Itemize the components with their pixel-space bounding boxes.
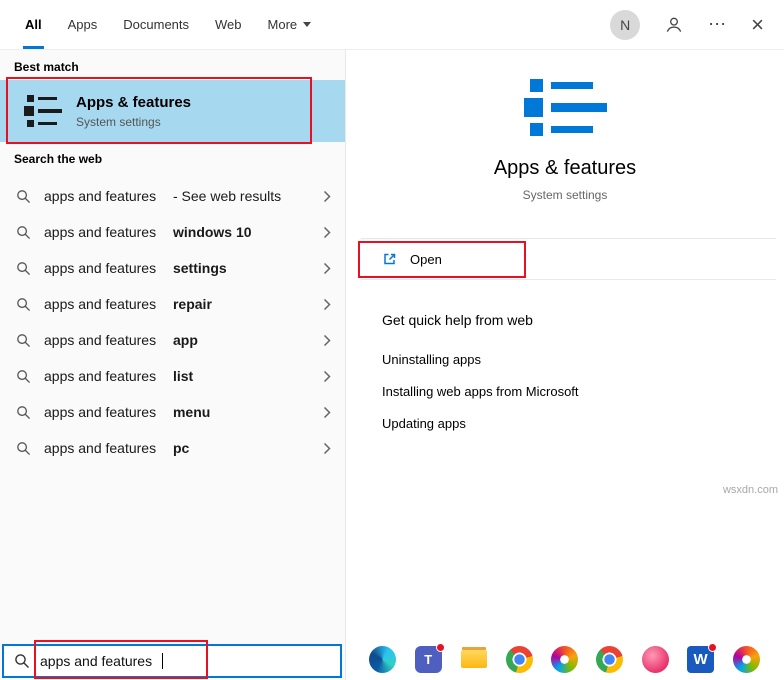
chevron-right-icon[interactable] [323, 406, 331, 419]
notification-badge [435, 642, 445, 652]
best-match-header: Best match [14, 60, 79, 74]
open-action[interactable]: Open [346, 239, 784, 279]
search-suggestion[interactable]: apps and features repair [0, 286, 345, 322]
search-suggestions-list: apps and features - See web results apps… [0, 178, 345, 466]
help-links: Uninstalling apps Installing web apps fro… [382, 352, 784, 432]
help-link[interactable]: Uninstalling apps [382, 352, 784, 368]
chrome-icon[interactable] [596, 645, 624, 673]
close-icon[interactable]: × [751, 13, 764, 35]
colorful-app-icon[interactable] [732, 645, 760, 673]
app-subtitle: System settings [522, 188, 608, 202]
open-external-icon [382, 251, 398, 267]
search-filter-tabs: All Apps Documents Web More [0, 0, 324, 49]
search-web-header: Search the web [14, 152, 103, 166]
text-cursor [162, 653, 164, 669]
chevron-right-icon[interactable] [323, 298, 331, 311]
notification-badge [708, 642, 718, 652]
search-icon [16, 333, 31, 348]
preview-panel: Apps & features System settings Open Get… [345, 50, 784, 680]
edge-icon[interactable] [369, 645, 397, 673]
help-header: Get quick help from web [382, 312, 533, 328]
colorful-app-icon[interactable] [550, 645, 578, 673]
pink-app-icon[interactable] [641, 645, 669, 673]
search-suggestion[interactable]: apps and features windows 10 [0, 214, 345, 250]
tab-all[interactable]: All [12, 0, 55, 49]
search-icon [14, 653, 30, 669]
apps-features-icon [24, 93, 62, 129]
chevron-right-icon[interactable] [323, 190, 331, 203]
search-icon [16, 189, 31, 204]
tab-documents[interactable]: Documents [110, 0, 202, 49]
help-link[interactable]: Installing web apps from Microsoft [382, 384, 784, 400]
app-title: Apps & features [493, 157, 637, 179]
tab-apps[interactable]: Apps [55, 0, 111, 49]
chevron-right-icon[interactable] [323, 262, 331, 275]
file-explorer-icon[interactable] [460, 646, 487, 673]
help-link[interactable]: Updating apps [382, 416, 784, 432]
chevron-right-icon[interactable] [323, 334, 331, 347]
search-suggestion[interactable]: apps and features app [0, 322, 345, 358]
apps-features-icon-large [523, 76, 607, 139]
search-suggestion[interactable]: apps and features pc [0, 430, 345, 466]
search-icon [16, 405, 31, 420]
search-suggestion[interactable]: apps and features menu [0, 394, 345, 430]
taskbar: T W [345, 638, 784, 680]
search-icon [16, 441, 31, 456]
search-results-panel: Best match Apps & features System settin… [0, 50, 345, 680]
tab-more[interactable]: More [255, 0, 325, 49]
best-match-subtitle: System settings [76, 114, 161, 129]
word-icon[interactable]: W [687, 642, 718, 673]
search-suggestion[interactable]: apps and features list [0, 358, 345, 394]
open-label: Open [410, 251, 442, 267]
search-header: All Apps Documents Web More N ⋯ × [0, 0, 784, 50]
best-match-text: Apps & features System settings [76, 94, 191, 129]
chevron-right-icon[interactable] [323, 370, 331, 383]
more-options-icon[interactable]: ⋯ [708, 14, 727, 35]
chrome-icon[interactable] [505, 645, 533, 673]
best-match-title: Apps & features [76, 93, 192, 111]
search-input[interactable]: apps and features [2, 640, 342, 679]
chevron-right-icon[interactable] [323, 226, 331, 239]
search-icon [16, 369, 31, 384]
search-icon [16, 297, 31, 312]
search-query-text: apps and features [40, 653, 153, 669]
app-hero: Apps & features System settings [346, 50, 784, 202]
chevron-right-icon[interactable] [323, 442, 331, 455]
search-suggestion[interactable]: apps and features settings [0, 250, 345, 286]
account-icon[interactable] [664, 15, 684, 35]
best-match-result[interactable]: Apps & features System settings [0, 77, 345, 144]
search-suggestion[interactable]: apps and features - See web results [0, 178, 345, 214]
avatar[interactable]: N [610, 9, 641, 40]
help-section: Get quick help from web Uninstalling app… [346, 280, 784, 432]
chevron-down-icon [303, 22, 312, 27]
tab-web[interactable]: Web [202, 0, 255, 49]
watermark: wsxdn.com [722, 484, 778, 496]
search-icon [16, 261, 31, 276]
search-icon [16, 225, 31, 240]
header-actions: N ⋯ × [610, 0, 784, 49]
teams-icon[interactable]: T [414, 642, 445, 673]
